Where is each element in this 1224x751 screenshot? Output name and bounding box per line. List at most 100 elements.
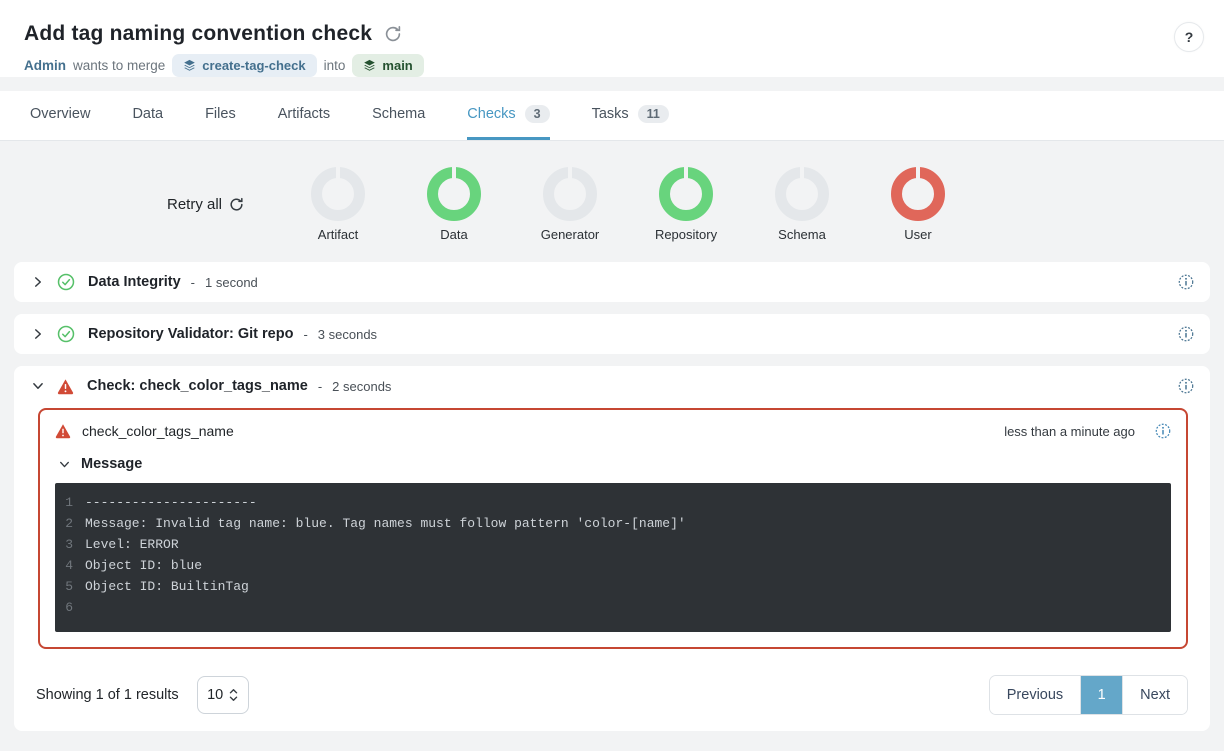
source-branch-badge[interactable]: create-tag-check xyxy=(172,54,316,77)
gauge-repository[interactable]: Repository xyxy=(628,167,744,242)
page-size-value: 10 xyxy=(207,687,223,703)
line-number: 5 xyxy=(55,576,85,597)
message-section-label: Message xyxy=(81,456,142,472)
check-failed-icon xyxy=(57,378,74,395)
line-text: Message: Invalid tag name: blue. Tag nam… xyxy=(85,513,686,534)
chevron-down-icon xyxy=(59,459,70,470)
tab-overview[interactable]: Overview xyxy=(30,91,90,140)
chevron-right-icon xyxy=(32,328,44,340)
next-page-button[interactable]: Next xyxy=(1122,676,1187,714)
merge-action-text: wants to merge xyxy=(73,58,165,73)
page-header: Add tag naming convention check ? Admin … xyxy=(0,0,1224,77)
status-donut-icon xyxy=(427,167,481,221)
previous-page-button[interactable]: Previous xyxy=(990,676,1080,714)
chevron-down-icon xyxy=(32,380,44,392)
gauge-label: Generator xyxy=(541,227,600,242)
gauge-label: Data xyxy=(440,227,467,242)
gauge-label: Schema xyxy=(778,227,826,242)
gauge-data[interactable]: Data xyxy=(396,167,512,242)
tab-label: Tasks xyxy=(592,106,629,122)
info-icon[interactable] xyxy=(1178,326,1194,342)
check-row[interactable]: Repository Validator: Git repo - 3 secon… xyxy=(14,314,1210,354)
status-gauges: Artifact Data Generator Repository Schem… xyxy=(280,167,976,242)
tab-artifacts[interactable]: Artifacts xyxy=(278,91,330,140)
check-row[interactable]: Check: check_color_tags_name - 2 seconds xyxy=(14,366,1210,406)
line-text: Object ID: blue xyxy=(85,555,202,576)
tab-checks[interactable]: Checks 3 xyxy=(467,91,549,140)
failed-check-name: check_color_tags_name xyxy=(82,423,234,439)
gauge-label: Repository xyxy=(655,227,717,242)
check-passed-icon xyxy=(57,273,75,291)
status-overview-row: Retry all Artifact Data G xyxy=(0,167,1224,242)
page-size-select[interactable]: 10 xyxy=(197,676,249,714)
line-number: 4 xyxy=(55,555,85,576)
failed-check-timestamp: less than a minute ago xyxy=(1004,424,1135,439)
line-number: 3 xyxy=(55,534,85,555)
status-donut-icon xyxy=(311,167,365,221)
check-passed-icon xyxy=(57,325,75,343)
merge-request-page: Add tag naming convention check ? Admin … xyxy=(0,0,1224,751)
source-branch-name: create-tag-check xyxy=(202,58,305,73)
results-footer: Showing 1 of 1 results 10 Previous 1 Nex… xyxy=(14,667,1210,731)
gauge-generator[interactable]: Generator xyxy=(512,167,628,242)
tab-count-badge: 11 xyxy=(638,105,669,124)
info-icon[interactable] xyxy=(1178,378,1194,394)
line-text: Object ID: BuiltinTag xyxy=(85,576,249,597)
target-branch-name: main xyxy=(382,58,412,73)
retry-all-button[interactable]: Retry all xyxy=(167,196,244,213)
check-card-repository-validator: Repository Validator: Git repo - 3 secon… xyxy=(14,314,1210,354)
checks-section: Retry all Artifact Data G xyxy=(0,141,1224,751)
check-duration: 3 seconds xyxy=(318,327,377,342)
check-row[interactable]: Data Integrity - 1 second xyxy=(14,262,1210,302)
failed-check-alert: check_color_tags_name less than a minute… xyxy=(38,408,1188,649)
check-card-color-tags: Check: check_color_tags_name - 2 seconds xyxy=(14,366,1210,731)
tab-tasks[interactable]: Tasks 11 xyxy=(592,91,669,140)
line-text: ---------------------- xyxy=(85,492,257,513)
info-icon[interactable] xyxy=(1178,274,1194,290)
pagination: Previous 1 Next xyxy=(989,675,1188,715)
chevron-right-icon xyxy=(32,276,44,288)
refresh-icon[interactable] xyxy=(384,25,402,43)
check-name: Data Integrity xyxy=(88,274,181,290)
into-text: into xyxy=(324,58,346,73)
tab-label: Files xyxy=(205,106,236,122)
current-page-button[interactable]: 1 xyxy=(1080,676,1122,714)
separator: - xyxy=(318,379,322,394)
tab-bar: Overview Data Files Artifacts Schema Che… xyxy=(0,91,1224,141)
tab-schema[interactable]: Schema xyxy=(372,91,425,140)
status-donut-icon xyxy=(659,167,713,221)
status-donut-icon xyxy=(775,167,829,221)
retry-all-label: Retry all xyxy=(167,196,222,213)
message-toggle[interactable]: Message xyxy=(59,456,1171,472)
help-button[interactable]: ? xyxy=(1174,22,1204,52)
page-title: Add tag naming convention check xyxy=(24,22,372,46)
gauge-label: User xyxy=(904,227,931,242)
branch-layers-icon xyxy=(363,59,376,72)
check-name: Check: check_color_tags_name xyxy=(87,378,308,394)
line-number: 2 xyxy=(55,513,85,534)
tab-label: Data xyxy=(132,106,163,122)
check-name: Repository Validator: Git repo xyxy=(88,326,293,342)
log-output[interactable]: 1 ---------------------- 2 Message: Inva… xyxy=(55,483,1171,632)
alert-header: check_color_tags_name less than a minute… xyxy=(55,423,1171,439)
stepper-chevrons-icon xyxy=(229,688,238,702)
line-number: 1 xyxy=(55,492,85,513)
log-line: 3 Level: ERROR xyxy=(55,534,1171,555)
retry-refresh-icon xyxy=(229,197,244,212)
gauge-schema[interactable]: Schema xyxy=(744,167,860,242)
warning-triangle-icon xyxy=(55,423,71,439)
tab-label: Checks xyxy=(467,106,515,122)
tab-files[interactable]: Files xyxy=(205,91,236,140)
author-link[interactable]: Admin xyxy=(24,58,66,73)
target-branch-badge[interactable]: main xyxy=(352,54,423,77)
branch-layers-icon xyxy=(183,59,196,72)
results-count-text: Showing 1 of 1 results xyxy=(36,687,179,703)
log-line: 6 xyxy=(55,597,1171,618)
log-line: 5 Object ID: BuiltinTag xyxy=(55,576,1171,597)
gauge-artifact[interactable]: Artifact xyxy=(280,167,396,242)
tab-data[interactable]: Data xyxy=(132,91,163,140)
check-duration: 2 seconds xyxy=(332,379,391,394)
gauge-user[interactable]: User xyxy=(860,167,976,242)
info-icon[interactable] xyxy=(1155,423,1171,439)
status-donut-icon xyxy=(891,167,945,221)
